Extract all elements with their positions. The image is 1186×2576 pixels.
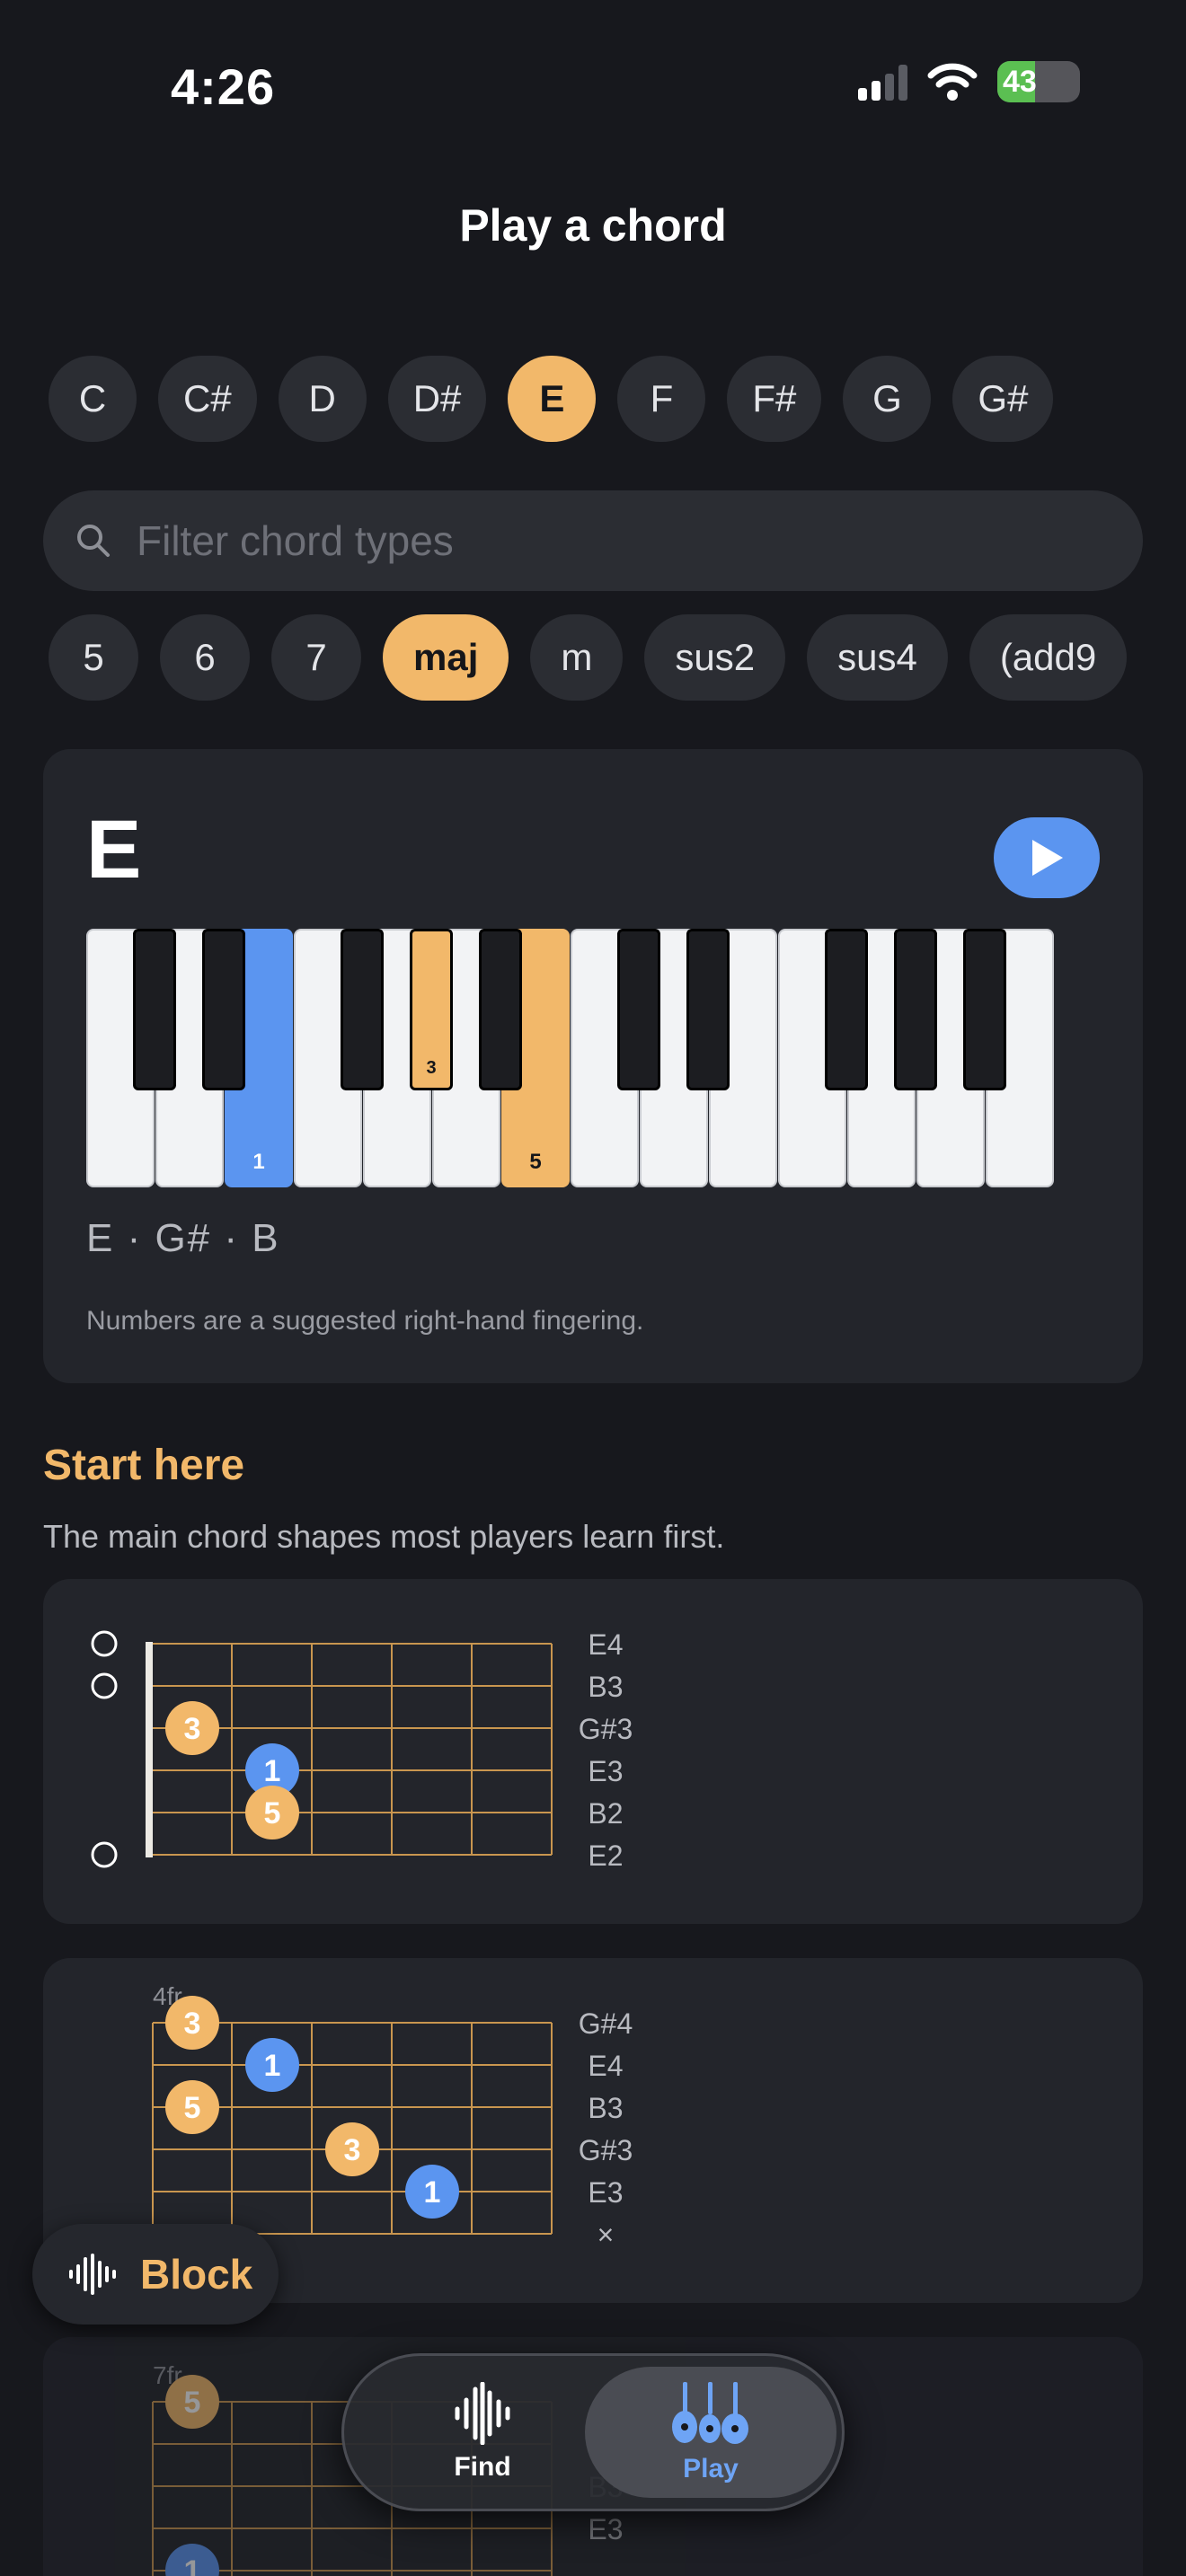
- battery-icon: 43: [997, 61, 1080, 102]
- root-pill-f[interactable]: F: [617, 356, 706, 442]
- type-pill-sus2[interactable]: sus2: [644, 614, 786, 701]
- string-note: G#3: [579, 1713, 633, 1745]
- string-note: E4: [588, 2050, 623, 2082]
- finger-dot-label: 3: [184, 2007, 201, 2041]
- block-mode-label: Block: [140, 2251, 253, 2298]
- guitar-shape-card[interactable]: 3 1 5 E4 B3 G#3 E3 B2 E2: [43, 1579, 1143, 1924]
- piano-key-g-sharp-third[interactable]: 3: [410, 929, 453, 1090]
- finger-number: 1: [252, 1150, 265, 1174]
- root-pill-c[interactable]: C: [49, 356, 137, 442]
- root-pill-e[interactable]: E: [508, 356, 597, 442]
- finger-dot: 1: [405, 2165, 459, 2219]
- chord-card: E 1 5 3 E · G# · B Numbers are a suggest…: [43, 749, 1143, 1383]
- string-note: B2: [588, 1797, 623, 1830]
- string-note: E3: [588, 2513, 623, 2545]
- section-title: Start here: [43, 1442, 245, 1489]
- finger-dot: 3: [165, 1701, 219, 1755]
- wifi-icon: [927, 63, 978, 101]
- piano-black-key[interactable]: [894, 929, 937, 1090]
- root-pill-g[interactable]: G: [843, 356, 932, 442]
- type-pill-6[interactable]: 6: [160, 614, 250, 701]
- tab-find-label: Find: [454, 2452, 511, 2482]
- finger-number: 5: [529, 1150, 542, 1174]
- muted-string-icon: ×: [597, 2219, 615, 2251]
- string-note: B3: [588, 2092, 623, 2124]
- battery-level: 43: [1003, 64, 1037, 99]
- piano-black-key[interactable]: [202, 929, 245, 1090]
- piano-black-key[interactable]: [963, 929, 1006, 1090]
- string-note: E2: [588, 1839, 623, 1872]
- block-mode-button[interactable]: Block: [32, 2224, 279, 2325]
- piano-black-key[interactable]: [825, 929, 868, 1090]
- string-note: B3: [588, 1671, 623, 1703]
- finger-number: 3: [426, 1058, 437, 1078]
- tab-play-label: Play: [683, 2454, 739, 2483]
- chord-name: E: [86, 804, 142, 895]
- piano-black-key[interactable]: [479, 929, 522, 1090]
- string-note: E3: [588, 1755, 623, 1787]
- type-pill-5[interactable]: 5: [49, 614, 138, 701]
- fingering-note: Numbers are a suggested right-hand finge…: [86, 1306, 644, 1336]
- finger-dot: 1: [165, 2544, 219, 2576]
- finger-dot: 3: [165, 1996, 219, 2050]
- finger-dot-label: 3: [184, 1712, 201, 1746]
- waveform-icon: [455, 2382, 510, 2445]
- root-pill-f-sharp[interactable]: F#: [727, 356, 822, 442]
- search-icon: [77, 525, 110, 557]
- finger-dot: 5: [165, 2080, 219, 2134]
- section-subtitle: The main chord shapes most players learn…: [43, 1518, 725, 1555]
- piano-keyboard: 1 5 3: [86, 929, 1054, 1187]
- piano-black-key[interactable]: [617, 929, 660, 1090]
- status-time: 4:26: [171, 58, 276, 115]
- root-pill-c-sharp[interactable]: C#: [158, 356, 257, 442]
- open-string-icon: [91, 1672, 118, 1699]
- finger-dot: 1: [245, 2038, 299, 2092]
- fretboard-diagram: 3 1 5 E4 B3 G#3 E3 B2 E2: [91, 1628, 633, 1872]
- instruments-icon: [672, 2382, 748, 2444]
- string-note: G#3: [579, 2134, 633, 2166]
- tab-play[interactable]: Play: [585, 2367, 836, 2498]
- root-note-selector: C C# D D# E F F# G G#: [49, 356, 1143, 442]
- open-string-icon: [91, 1630, 118, 1657]
- finger-dot: 5: [165, 2375, 219, 2429]
- play-icon: [1032, 840, 1063, 876]
- tab-bar: Find Play: [341, 2353, 845, 2511]
- root-pill-d-sharp[interactable]: D#: [387, 356, 487, 442]
- finger-dot-label: 1: [424, 2175, 441, 2210]
- finger-dot-label: 5: [184, 2386, 201, 2420]
- piano-black-key[interactable]: [341, 929, 384, 1090]
- cellular-signal-icon: [858, 63, 907, 101]
- search-input[interactable]: [137, 516, 1080, 565]
- finger-dot-label: 3: [344, 2133, 361, 2167]
- root-pill-d[interactable]: D: [278, 356, 367, 442]
- chord-notes: E · G# · B: [86, 1216, 280, 1260]
- play-chord-button[interactable]: [994, 817, 1100, 898]
- finger-dot: 5: [245, 1786, 299, 1839]
- chord-type-search[interactable]: [43, 490, 1143, 591]
- string-note: E4: [588, 1628, 623, 1661]
- finger-dot: 3: [325, 2122, 379, 2176]
- string-note: G#4: [579, 2007, 633, 2040]
- page-title: Play a chord: [459, 200, 727, 251]
- waveform-icon: [69, 2254, 116, 2295]
- string-note: E3: [588, 2176, 623, 2209]
- nut: [146, 1642, 153, 1857]
- tab-find[interactable]: Find: [357, 2367, 608, 2498]
- type-pill-maj[interactable]: maj: [383, 614, 509, 701]
- root-pill-g-sharp[interactable]: G#: [952, 356, 1054, 442]
- chord-type-selector: 5 6 7 maj m sus2 sus4 (add9: [49, 614, 1143, 701]
- finger-dot-label: 5: [184, 2091, 201, 2125]
- piano-black-key[interactable]: [133, 929, 176, 1090]
- type-pill-add9[interactable]: (add9: [969, 614, 1128, 701]
- open-string-icon: [91, 1841, 118, 1868]
- status-icons: 43: [858, 61, 1080, 102]
- finger-dot-label: 1: [264, 2049, 281, 2083]
- piano-black-key[interactable]: [686, 929, 730, 1090]
- finger-dot-label: 1: [264, 1754, 281, 1788]
- finger-dot-label: 5: [264, 1796, 281, 1831]
- finger-dot-label: 1: [184, 2554, 201, 2576]
- type-pill-7[interactable]: 7: [271, 614, 361, 701]
- type-pill-sus4[interactable]: sus4: [807, 614, 948, 701]
- type-pill-m[interactable]: m: [530, 614, 624, 701]
